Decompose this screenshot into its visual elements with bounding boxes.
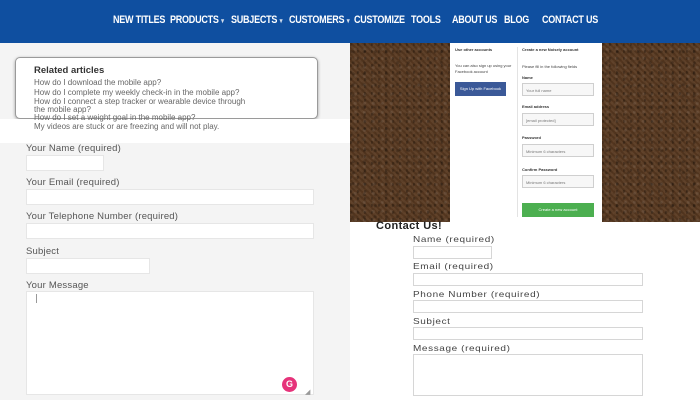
card-divider: [517, 47, 518, 217]
nav-label: PRODUCTS: [170, 14, 219, 26]
nav-products[interactable]: PRODUCTS ▾: [170, 14, 224, 26]
related-articles-title: Related articles: [34, 65, 105, 76]
nav-blog[interactable]: BLOG: [504, 14, 529, 26]
signup-confirm-label: Confirm Password: [522, 167, 558, 172]
nav-label: CUSTOMERS: [289, 14, 345, 26]
contact-subject-label: Subject: [413, 317, 451, 327]
nav-tools[interactable]: TOOLS: [411, 14, 441, 26]
resize-handle-icon[interactable]: ◢: [305, 388, 310, 396]
related-article-link[interactable]: My videos are stuck or are freezing and …: [34, 123, 219, 131]
contact-message-label: Message (required): [413, 344, 511, 354]
contact-phone-label: Phone Number (required): [413, 290, 541, 300]
contact-name-label: Name (required): [413, 235, 495, 245]
signup-password-label: Password: [522, 135, 541, 140]
create-account-button[interactable]: Create a new account: [522, 203, 594, 217]
contact-subject-input[interactable]: [413, 327, 643, 340]
nav-subjects[interactable]: SUBJECTS ▾: [231, 14, 283, 26]
phone-input[interactable]: [26, 223, 314, 239]
phone-label: Your Telephone Number (required): [26, 211, 179, 222]
related-article-link[interactable]: How do I set a weight goal in the mobile…: [34, 114, 195, 122]
text-cursor: [36, 294, 37, 303]
message-label: Your Message: [26, 280, 89, 291]
related-article-link[interactable]: How do I complete my weekly check-in in …: [34, 89, 239, 97]
other-accounts-text: Facebook account: [455, 69, 488, 74]
contact-email-label: Email (required): [413, 262, 494, 272]
email-label: Your Email (required): [26, 177, 120, 188]
other-accounts-heading: Use other accounts: [455, 47, 493, 52]
subject-label: Subject: [26, 246, 60, 257]
nav-customers[interactable]: CUSTOMERS ▾: [289, 14, 350, 26]
contact-message-textarea[interactable]: [413, 354, 643, 396]
nav-label: NEW TITLES: [113, 14, 166, 26]
email-input[interactable]: [26, 189, 314, 205]
signup-confirm-input[interactable]: Minimum 6 characters: [522, 175, 594, 188]
chevron-down-icon: ▾: [346, 18, 350, 25]
chevron-down-icon: ▾: [221, 18, 224, 25]
screenshot-collage: NEW TITLES PRODUCTS ▾ SUBJECTS ▾ CUSTOMERS…: [0, 0, 700, 400]
facebook-signup-button[interactable]: Sign Up with Facebook: [455, 82, 506, 96]
grammarly-icon[interactable]: G: [282, 377, 297, 392]
signup-email-label: Email address: [522, 104, 550, 109]
nav-new-titles[interactable]: NEW TITLES: [113, 14, 165, 26]
nav-label: TOOLS: [411, 14, 441, 26]
nav-label: BLOG: [504, 14, 530, 26]
contact-title: Contact Us!: [376, 220, 443, 232]
create-account-subtext: Please fill in the following fields: [522, 64, 578, 69]
name-input[interactable]: [26, 155, 104, 171]
message-textarea[interactable]: [26, 291, 314, 395]
nav-about-us[interactable]: ABOUT US: [452, 14, 497, 26]
contact-phone-input[interactable]: [413, 300, 643, 313]
signup-name-input[interactable]: Your full name: [522, 83, 594, 96]
top-navigation-bar: NEW TITLES PRODUCTS ▾ SUBJECTS ▾ CUSTOMERS…: [0, 0, 700, 43]
contact-name-input[interactable]: [413, 246, 492, 259]
nav-label: ABOUT US: [452, 14, 498, 26]
nav-customize[interactable]: CUSTOMIZE: [354, 14, 405, 26]
signup-email-input[interactable]: [email protected]: [522, 113, 594, 126]
create-account-heading: Create a new Noisely account: [522, 47, 579, 52]
contact-email-input[interactable]: [413, 273, 643, 286]
nav-label: CONTACT US: [542, 14, 599, 26]
name-label: Your Name (required): [26, 143, 121, 154]
chevron-down-icon: ▾: [279, 18, 283, 25]
nav-contact-us[interactable]: CONTACT US: [542, 14, 598, 26]
nav-label: CUSTOMIZE: [354, 14, 405, 26]
signup-password-input[interactable]: Minimum 6 characters: [522, 144, 594, 157]
other-accounts-text: You can also sign up using your: [455, 63, 512, 68]
related-article-link[interactable]: How do I download the mobile app?: [34, 79, 161, 87]
signup-name-label: Name: [522, 75, 533, 80]
nav-label: SUBJECTS: [231, 14, 278, 26]
subject-input[interactable]: [26, 258, 150, 274]
